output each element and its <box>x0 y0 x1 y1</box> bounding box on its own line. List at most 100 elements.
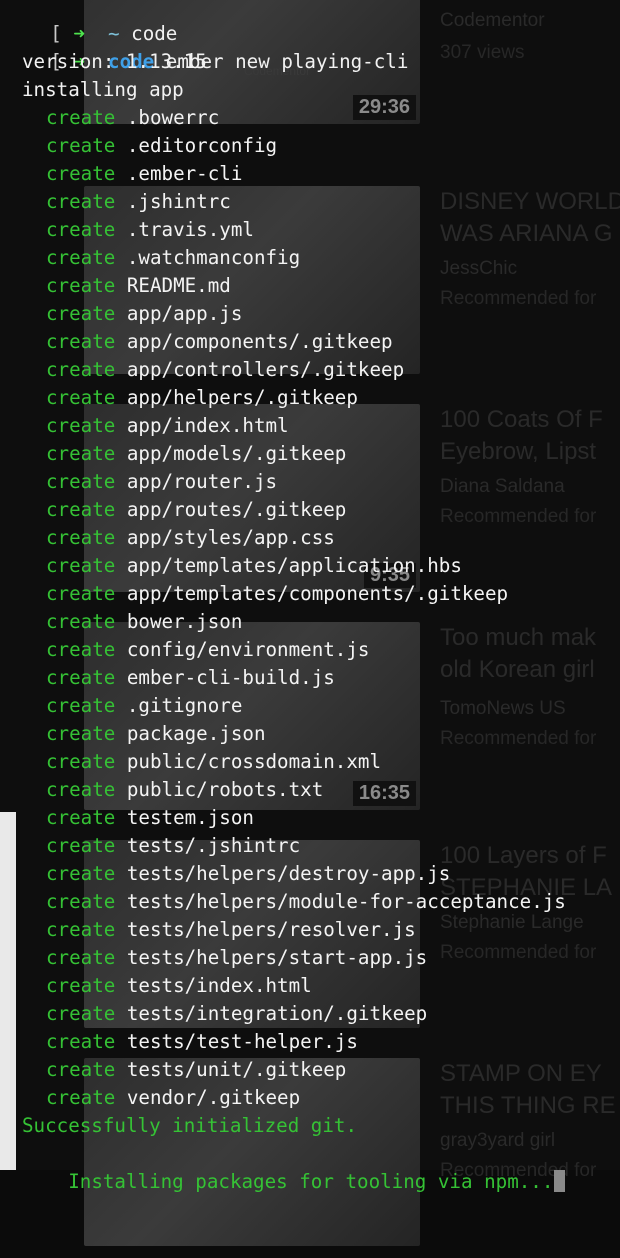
created-file-path: tests/unit/.gitkeep <box>126 1058 347 1081</box>
created-file-path: tests/test-helper.js <box>126 1030 358 1053</box>
create-file-line: create config/environment.js <box>46 636 369 664</box>
create-file-line: create .editorconfig <box>46 132 277 160</box>
created-file-path: .gitignore <box>126 694 243 717</box>
create-keyword: create <box>46 778 116 801</box>
created-file-path: package.json <box>126 722 266 745</box>
create-file-line: create vendor/.gitkeep <box>46 1084 300 1112</box>
create-keyword: create <box>46 610 116 633</box>
version-line: version: 1.13.15 <box>22 50 207 73</box>
created-file-path: tests/helpers/destroy-app.js <box>126 862 451 885</box>
git-success-line: Successfully initialized git. <box>22 1114 358 1137</box>
create-file-line: create app/routes/.gitkeep <box>46 496 346 524</box>
created-file-path: bower.json <box>126 610 243 633</box>
created-file-path: tests/helpers/resolver.js <box>126 918 416 941</box>
create-keyword: create <box>46 274 116 297</box>
create-file-line: create testem.json <box>46 804 254 832</box>
created-file-path: app/styles/app.css <box>126 526 335 549</box>
create-file-line: create tests/unit/.gitkeep <box>46 1056 346 1084</box>
created-file-path: app/index.html <box>126 414 289 437</box>
create-keyword: create <box>46 806 116 829</box>
create-keyword: create <box>46 1002 116 1025</box>
create-keyword: create <box>46 106 116 129</box>
create-keyword: create <box>46 582 116 605</box>
created-file-path: app/routes/.gitkeep <box>126 498 347 521</box>
create-file-line: create .watchmanconfig <box>46 244 300 272</box>
create-keyword: create <box>46 694 116 717</box>
create-file-line: create app/router.js <box>46 468 277 496</box>
create-file-line: create tests/helpers/resolver.js <box>46 916 416 944</box>
create-file-line: create tests/helpers/start-app.js <box>46 944 427 972</box>
created-file-path: public/crossdomain.xml <box>126 750 382 773</box>
create-keyword: create <box>46 414 116 437</box>
npm-install-text: Installing packages for tooling via npm.… <box>68 1170 554 1193</box>
created-file-path: tests/integration/.gitkeep <box>126 1002 428 1025</box>
create-file-line: create bower.json <box>46 608 242 636</box>
created-file-path: app/controllers/.gitkeep <box>126 358 405 381</box>
create-keyword: create <box>46 1030 116 1053</box>
create-file-line: create tests/index.html <box>46 972 312 1000</box>
create-file-line: create app/templates/components/.gitkeep <box>46 580 508 608</box>
create-file-line: create app/components/.gitkeep <box>46 328 393 356</box>
npm-install-line: Installing packages for tooling via npm.… <box>22 1140 566 1193</box>
created-file-path: .bowerrc <box>126 106 220 129</box>
create-file-line: create .ember-cli <box>46 160 242 188</box>
command-line: [ ➜ code ember new playing-cli <box>4 20 408 73</box>
create-keyword: create <box>46 498 116 521</box>
create-file-line: create tests/.jshintrc <box>46 832 300 860</box>
created-file-path: app/templates/components/.gitkeep <box>126 582 509 605</box>
create-keyword: create <box>46 946 116 969</box>
create-file-line: create app/models/.gitkeep <box>46 440 346 468</box>
created-file-path: .editorconfig <box>126 134 278 157</box>
installing-line: installing app <box>22 78 184 101</box>
created-file-path: tests/index.html <box>126 974 312 997</box>
created-file-path: vendor/.gitkeep <box>126 1086 301 1109</box>
created-file-path: ember-cli-build.js <box>126 666 335 689</box>
create-keyword: create <box>46 834 116 857</box>
create-file-line: create ember-cli-build.js <box>46 664 335 692</box>
create-keyword: create <box>46 526 116 549</box>
created-file-path: .ember-cli <box>126 162 243 185</box>
created-file-path: app/templates/application.hbs <box>126 554 462 577</box>
create-keyword: create <box>46 862 116 885</box>
create-keyword: create <box>46 218 116 241</box>
create-keyword: create <box>46 302 116 325</box>
create-file-line: create public/crossdomain.xml <box>46 748 381 776</box>
created-file-path: app/app.js <box>126 302 243 325</box>
created-file-path: app/helpers/.gitkeep <box>126 386 358 409</box>
create-file-line: create tests/integration/.gitkeep <box>46 1000 427 1028</box>
created-file-path: app/router.js <box>126 470 278 493</box>
terminal-cursor <box>554 1170 566 1192</box>
create-file-line: create app/styles/app.css <box>46 524 335 552</box>
create-file-line: create tests/test-helper.js <box>46 1028 358 1056</box>
create-keyword: create <box>46 918 116 941</box>
create-keyword: create <box>46 246 116 269</box>
create-file-line: create public/robots.txt <box>46 776 323 804</box>
create-keyword: create <box>46 330 116 353</box>
created-file-path: .travis.yml <box>126 218 254 241</box>
create-keyword: create <box>46 134 116 157</box>
created-file-path: tests/helpers/start-app.js <box>126 946 428 969</box>
created-file-path: config/environment.js <box>126 638 370 661</box>
create-file-line: create app/templates/application.hbs <box>46 552 462 580</box>
create-keyword: create <box>46 750 116 773</box>
terminal-output[interactable]: [ ➜ ~ code [ ➜ code ember new playing-cl… <box>0 0 620 1193</box>
created-file-path: tests/helpers/module-for-acceptance.js <box>126 890 566 913</box>
create-file-line: create README.md <box>46 272 231 300</box>
create-keyword: create <box>46 470 116 493</box>
create-keyword: create <box>46 358 116 381</box>
create-file-line: create app/index.html <box>46 412 289 440</box>
create-file-line: create .travis.yml <box>46 216 254 244</box>
create-file-line: create app/controllers/.gitkeep <box>46 356 404 384</box>
create-keyword: create <box>46 1058 116 1081</box>
created-file-path: app/models/.gitkeep <box>126 442 347 465</box>
create-keyword: create <box>46 638 116 661</box>
create-keyword: create <box>46 722 116 745</box>
create-keyword: create <box>46 442 116 465</box>
create-file-line: create app/helpers/.gitkeep <box>46 384 358 412</box>
create-keyword: create <box>46 1086 116 1109</box>
create-keyword: create <box>46 386 116 409</box>
create-file-line: create .gitignore <box>46 692 242 720</box>
create-keyword: create <box>46 890 116 913</box>
previous-prompt-line: [ ➜ ~ code <box>4 0 177 45</box>
created-file-path: .jshintrc <box>126 190 231 213</box>
